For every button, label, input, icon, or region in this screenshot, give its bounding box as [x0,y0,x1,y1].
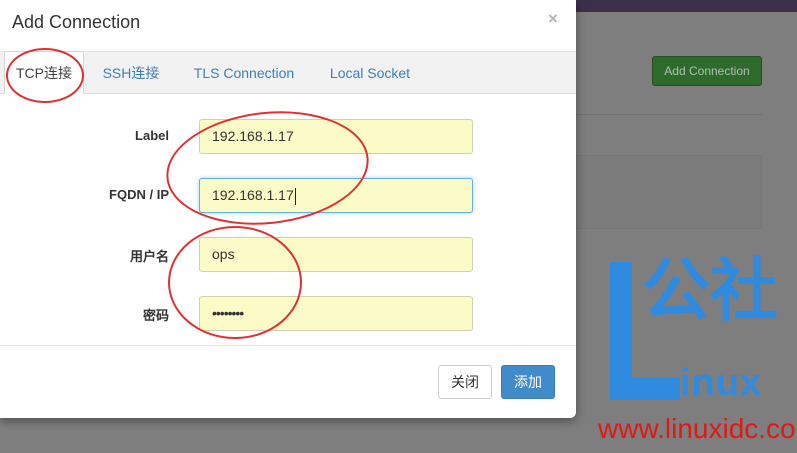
label-input[interactable]: 192.168.1.17 [199,119,473,154]
fqdn-input-value: 192.168.1.17 [212,187,294,203]
text-caret [294,187,296,205]
close-button[interactable]: 关闭 [438,365,492,399]
watermark-logo-foot [610,378,680,400]
password-input[interactable]: •••••••• [199,296,473,331]
add-connection-modal: Add Connection × TCP连接 SSH连接 TLS Connect… [0,0,576,418]
fqdn-field-label: FQDN / IP [109,187,169,202]
label-field-label: Label [135,128,169,143]
username-field-label: 用户名 [129,249,169,264]
tab-ssh[interactable]: SSH连接 [95,52,167,94]
tab-local-socket[interactable]: Local Socket [320,52,420,94]
modal-footer-divider [0,345,576,346]
page-panel [576,155,762,229]
tab-tls[interactable]: TLS Connection [184,52,304,94]
connection-type-tabs: TCP连接 SSH连接 TLS Connection Local Socket [0,51,576,94]
page-divider [576,114,762,115]
watermark-logo-letters: inux [680,362,763,404]
fqdn-input[interactable]: 192.168.1.17 [199,178,473,213]
add-button[interactable]: 添加 [501,365,555,399]
watermark-logo-text: 公社 [642,252,779,331]
add-connection-button[interactable]: Add Connection [652,56,762,86]
modal-header: Add Connection × [0,0,576,44]
password-field-label: 密码 [142,308,169,323]
username-input[interactable]: ops [199,237,473,272]
close-icon[interactable]: × [544,10,562,28]
watermark-url: www.linuxidc.com [598,413,797,444]
modal-title: Add Connection [12,12,141,32]
tab-tcp[interactable]: TCP连接 [4,51,84,94]
